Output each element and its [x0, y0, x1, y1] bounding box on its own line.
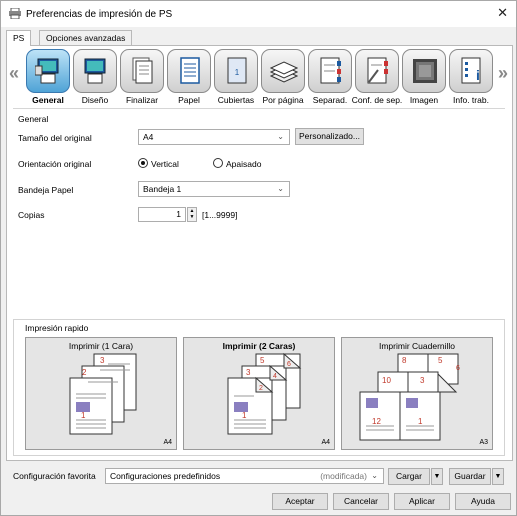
landscape-radio[interactable]	[213, 158, 223, 168]
load-button[interactable]: Cargar	[388, 468, 430, 485]
page-number: 1	[242, 411, 247, 420]
toolbar-covers-button[interactable]: 1	[214, 49, 258, 93]
apply-button[interactable]: Aplicar	[394, 493, 450, 510]
page-number: 8	[402, 356, 407, 365]
tab-advanced-options[interactable]: Opciones avanzadas	[39, 30, 133, 45]
job-info-icon: i	[461, 57, 481, 84]
caret-down-icon: ▼	[494, 473, 502, 480]
original-size-value: A4	[143, 132, 154, 142]
image-icon	[413, 59, 437, 83]
general-group-title: General	[18, 114, 49, 124]
separator-icon	[320, 57, 341, 84]
page-number: 5	[438, 356, 443, 365]
caret-down-icon: ▼	[433, 473, 441, 480]
tab-ps[interactable]: PS	[6, 30, 32, 46]
favorite-settings-select[interactable]: Configuraciones predefinidos (modificada…	[105, 468, 384, 484]
toolbar-separator-settings-button[interactable]	[355, 49, 399, 93]
toolbar-design-button[interactable]	[73, 49, 117, 93]
page-number: 2	[82, 368, 87, 377]
cover-icon: 1	[227, 57, 247, 84]
original-size-label: Tamaño del original	[18, 133, 92, 143]
page-number: 12	[372, 417, 381, 426]
copies-label: Copias	[18, 210, 45, 220]
general-icon	[35, 58, 59, 84]
quick-print-duplex[interactable]: Imprimir (2 Caras) 5 6 3 4 1 2 A4	[183, 337, 335, 450]
paper-icon	[180, 57, 200, 84]
modified-indicator: (modificada)	[320, 471, 367, 481]
paper-size-badge: A3	[479, 439, 488, 446]
finishing-icon	[132, 57, 153, 84]
page-number: 3	[420, 376, 425, 385]
copies-input[interactable]: 1	[138, 207, 186, 222]
paper-tray-label: Bandeja Papel	[18, 185, 74, 195]
duplex-pages-icon: 5 6 3 4 1 2	[227, 352, 302, 435]
page-number: 1	[418, 417, 423, 426]
vertical-radio-label: Vertical	[151, 159, 179, 169]
spin-down-icon[interactable]: ▼	[190, 214, 195, 220]
quick-print-title: Impresión rapido	[25, 323, 89, 333]
per-page-icon	[270, 61, 298, 83]
page-number: 6	[287, 361, 291, 368]
toolbar-paper-button[interactable]	[167, 49, 211, 93]
toolbar-per-page-button[interactable]	[261, 49, 305, 93]
ok-button[interactable]: Aceptar	[272, 493, 328, 510]
paper-tray-value: Bandeja 1	[143, 184, 182, 194]
page-number: 3	[100, 356, 105, 365]
paper-size-badge: A4	[163, 439, 172, 446]
printing-preferences-window: Preferencias de impresión de PS ✕ PS Opc…	[0, 0, 517, 516]
booklet-pages-icon: 8 5 6 10 3 12 1	[359, 353, 460, 441]
svg-text:i: i	[476, 67, 480, 83]
copies-range: [1...9999]	[202, 210, 238, 220]
landscape-radio-label: Apaisado	[226, 159, 262, 169]
save-menu-button[interactable]: ▼	[492, 468, 504, 485]
custom-size-button[interactable]: Personalizado...	[295, 128, 364, 145]
quick-print-booklet[interactable]: Imprimir Cuadernillo 8 5 6 10 3 12 1 A3	[341, 337, 493, 450]
svg-text:1: 1	[235, 68, 240, 77]
printer-icon	[9, 8, 21, 19]
paper-size-badge: A4	[321, 439, 330, 446]
page-number: 10	[382, 376, 391, 385]
load-menu-button[interactable]: ▼	[431, 468, 443, 485]
page-number: 3	[246, 368, 251, 377]
toolbar-general-button[interactable]	[26, 49, 70, 93]
toolbar-job-info-button[interactable]: i	[449, 49, 493, 93]
toolbar-separator-button[interactable]	[308, 49, 352, 93]
chevron-down-icon: ⌄	[277, 184, 284, 193]
simplex-pages-icon: 3 2 1	[69, 353, 137, 435]
toolbar-job-info-label: Info. trab.	[453, 95, 489, 105]
page-number: 1	[81, 411, 86, 420]
page-number: 5	[260, 356, 265, 365]
title-bar: Preferencias de impresión de PS ✕	[1, 1, 516, 27]
copies-stepper[interactable]: ▲ ▼	[187, 207, 197, 222]
toolbar-image-button[interactable]	[402, 49, 446, 93]
original-size-select[interactable]: A4 ⌄	[138, 129, 290, 145]
window-title: Preferencias de impresión de PS	[26, 9, 173, 20]
quick-print-simplex[interactable]: Imprimir (1 Cara) 3 2 1 A4	[25, 337, 177, 450]
cancel-button[interactable]: Cancelar	[333, 493, 389, 510]
page-number: 6	[456, 365, 460, 372]
paper-tray-select[interactable]: Bandeja 1 ⌄	[138, 181, 290, 197]
separator-settings-icon	[367, 57, 388, 84]
page-number: 2	[259, 385, 263, 392]
layout-icon	[84, 58, 106, 84]
page-number: 4	[273, 373, 277, 380]
save-button[interactable]: Guardar	[449, 468, 491, 485]
orientation-label: Orientación original	[18, 159, 92, 169]
chevron-down-icon: ⌄	[371, 471, 378, 480]
favorite-settings-label: Configuración favorita	[13, 471, 96, 481]
close-icon[interactable]: ✕	[497, 6, 508, 20]
help-button[interactable]: Ayuda	[455, 493, 511, 510]
toolbar-divider	[13, 108, 505, 109]
vertical-radio[interactable]	[138, 158, 148, 168]
scroll-right-icon[interactable]: »	[498, 63, 508, 84]
favorite-settings-value: Configuraciones predefinidos	[110, 471, 221, 481]
toolbar-finish-button[interactable]	[120, 49, 164, 93]
scroll-left-icon[interactable]: «	[9, 63, 19, 84]
chevron-down-icon: ⌄	[277, 132, 284, 141]
